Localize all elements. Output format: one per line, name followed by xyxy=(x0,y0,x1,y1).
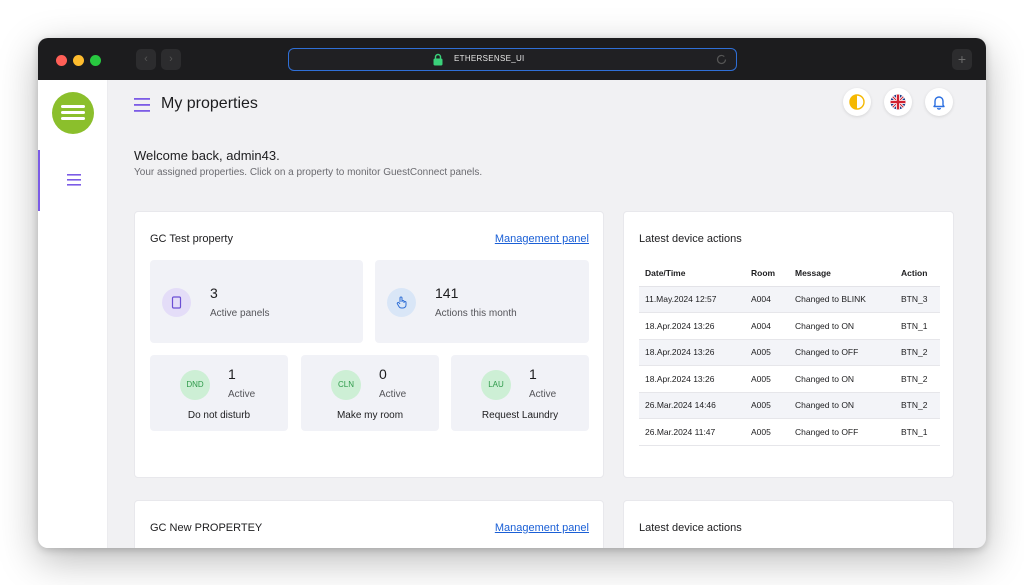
table-row: 18.Apr.2024 13:26 A005 Changed to ON BTN… xyxy=(639,365,940,393)
browser-titlebar: ‹ › ETHERSENSE_UI + xyxy=(38,38,986,80)
service-name: Do not disturb xyxy=(187,410,251,421)
cell-room: A005 xyxy=(745,365,789,393)
cell-datetime: 18.Apr.2024 13:26 xyxy=(639,312,745,340)
stat-icon-circle xyxy=(387,288,416,317)
cell-message: Changed to OFF xyxy=(789,339,895,366)
cell-action: BTN_1 xyxy=(895,418,940,446)
service-count: 0 xyxy=(379,366,387,382)
list-icon xyxy=(67,174,81,186)
service-name: Make my room xyxy=(336,410,404,421)
welcome-subtext: Your assigned properties. Click on a pro… xyxy=(134,167,483,178)
stat-label: Actions this month xyxy=(435,308,517,319)
browser-window: ‹ › ETHERSENSE_UI + My properties Welcom… xyxy=(38,38,986,548)
cell-message: Changed to ON xyxy=(789,365,895,393)
notifications-button[interactable] xyxy=(925,88,953,116)
cell-datetime: 18.Apr.2024 13:26 xyxy=(639,365,745,393)
cell-action: BTN_3 xyxy=(895,286,940,313)
cell-action: BTN_2 xyxy=(895,339,940,366)
service-cln: CLN 0 Active Make my room xyxy=(301,355,439,431)
management-panel-link[interactable]: Management panel xyxy=(495,522,589,534)
tablet-icon xyxy=(171,296,182,309)
service-count: 1 xyxy=(228,366,236,382)
cell-datetime: 26.Mar.2024 14:46 xyxy=(639,392,745,419)
address-bar[interactable]: ETHERSENSE_UI xyxy=(288,48,737,71)
maximize-window-button[interactable] xyxy=(90,55,101,66)
forward-button[interactable]: › xyxy=(161,49,181,70)
column-header: Action xyxy=(895,260,940,287)
language-button[interactable] xyxy=(884,88,912,116)
column-header: Room xyxy=(745,260,789,287)
cell-message: Changed to ON xyxy=(789,392,895,419)
page-title: My properties xyxy=(161,95,258,112)
property-card[interactable]: GC Test property Management panel 3 Acti… xyxy=(134,211,604,478)
service-count: 1 xyxy=(529,366,537,382)
table-row: 18.Apr.2024 13:26 A005 Changed to OFF BT… xyxy=(639,339,940,366)
reload-icon[interactable] xyxy=(715,53,728,66)
minimize-window-button[interactable] xyxy=(73,55,84,66)
table-row: 26.Mar.2024 14:46 A005 Changed to ON BTN… xyxy=(639,392,940,419)
lock-icon xyxy=(433,53,443,66)
cell-datetime: 18.Apr.2024 13:26 xyxy=(639,339,745,366)
cell-room: A005 xyxy=(745,339,789,366)
cell-room: A004 xyxy=(745,286,789,313)
cell-action: BTN_2 xyxy=(895,365,940,393)
table-row: 26.Mar.2024 11:47 A005 Changed to OFF BT… xyxy=(639,418,940,446)
actions-month-stat: 141 Actions this month xyxy=(375,260,589,343)
property-name: GC Test property xyxy=(150,233,233,245)
menu-icon[interactable] xyxy=(134,98,150,112)
property-name: GC New PROPERTEY xyxy=(150,522,263,534)
url-text: ETHERSENSE_UI xyxy=(454,54,525,63)
bell-icon xyxy=(933,96,945,110)
cell-action: BTN_2 xyxy=(895,392,940,419)
service-status: Active xyxy=(228,389,256,400)
cell-message: Changed to BLINK xyxy=(789,286,895,313)
stat-value: 3 xyxy=(210,285,218,301)
card-title: Latest device actions xyxy=(639,522,742,534)
app-logo[interactable] xyxy=(52,92,94,134)
service-code-badge: CLN xyxy=(331,370,361,400)
management-panel-link[interactable]: Management panel xyxy=(495,233,589,245)
service-status: Active xyxy=(379,389,407,400)
pointer-hand-icon xyxy=(396,296,407,309)
property-card[interactable]: GC New PROPERTEY Management panel xyxy=(134,500,604,548)
half-moon-icon xyxy=(849,94,865,110)
card-title: Latest device actions xyxy=(639,233,742,245)
service-dnd: DND 1 Active Do not disturb xyxy=(150,355,288,431)
welcome-heading: Welcome back, admin43. xyxy=(134,148,280,163)
stat-icon-circle xyxy=(162,288,191,317)
back-button[interactable]: ‹ xyxy=(136,49,156,70)
stat-label: Active panels xyxy=(210,308,270,319)
device-actions-card: Latest device actions Date/Time Room Mes… xyxy=(623,211,954,478)
uk-flag-icon xyxy=(890,94,906,110)
cell-action: BTN_1 xyxy=(895,312,940,340)
close-window-button[interactable] xyxy=(56,55,67,66)
active-panels-stat: 3 Active panels xyxy=(150,260,363,343)
service-status: Active xyxy=(529,389,557,400)
device-actions-card: Latest device actions xyxy=(623,500,954,548)
sidebar-item-properties[interactable] xyxy=(38,150,108,211)
sidebar xyxy=(38,80,108,548)
service-name: Request Laundry xyxy=(481,410,559,421)
service-code-badge: LAU xyxy=(481,370,511,400)
cell-room: A005 xyxy=(745,418,789,446)
service-code-badge: DND xyxy=(180,370,210,400)
theme-toggle-button[interactable] xyxy=(843,88,871,116)
table-row: 11.May.2024 12:57 A004 Changed to BLINK … xyxy=(639,286,940,313)
service-lau: LAU 1 Active Request Laundry xyxy=(451,355,589,431)
column-header: Date/Time xyxy=(639,260,745,287)
device-actions-table: Date/Time Room Message Action 11.May.202… xyxy=(639,260,940,446)
column-header: Message xyxy=(789,260,895,287)
table-row: 18.Apr.2024 13:26 A004 Changed to ON BTN… xyxy=(639,312,940,340)
cell-message: Changed to ON xyxy=(789,312,895,340)
cell-room: A004 xyxy=(745,312,789,340)
stat-value: 141 xyxy=(435,285,459,301)
cell-datetime: 26.Mar.2024 11:47 xyxy=(639,418,745,446)
cell-datetime: 11.May.2024 12:57 xyxy=(639,286,745,313)
new-tab-button[interactable]: + xyxy=(952,49,972,70)
table-header-row: Date/Time Room Message Action xyxy=(639,260,940,287)
cell-room: A005 xyxy=(745,392,789,419)
cell-message: Changed to OFF xyxy=(789,418,895,446)
